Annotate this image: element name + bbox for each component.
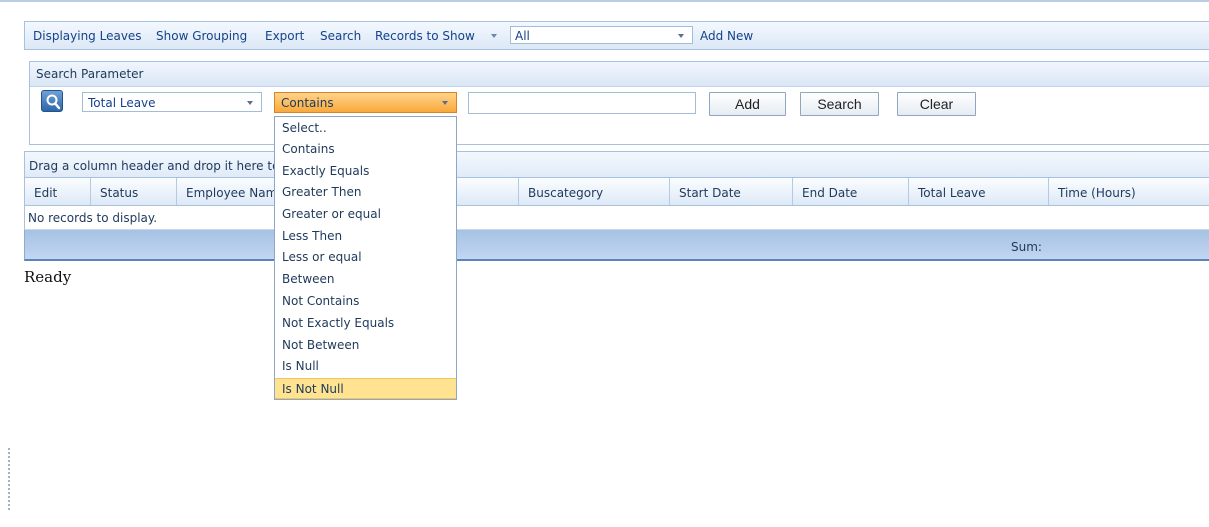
- grid-column-headers: Edit Status Employee Name Buscategory St…: [24, 178, 1209, 206]
- displaying-leaves-label: Displaying Leaves: [33, 29, 142, 43]
- group-hint-text: Drag a column header and drop it here to: [29, 159, 280, 173]
- column-header-start-date[interactable]: Start Date: [670, 178, 793, 205]
- search-button[interactable]: Search: [800, 92, 879, 116]
- main-toolbar: Displaying Leaves Show Grouping Export S…: [24, 21, 1209, 50]
- operator-option-contains[interactable]: Contains: [275, 139, 456, 160]
- status-text: Ready: [24, 268, 72, 286]
- column-header-end-date[interactable]: End Date: [793, 178, 909, 205]
- search-operator-value: Contains: [281, 96, 334, 110]
- operator-option-between[interactable]: Between: [275, 269, 456, 290]
- records-to-show-label[interactable]: Records to Show: [375, 29, 475, 43]
- grid-empty-row: No records to display.: [24, 206, 1209, 230]
- no-records-text: No records to display.: [28, 211, 158, 225]
- clear-button[interactable]: Clear: [897, 92, 976, 116]
- add-new-button[interactable]: Add New: [700, 29, 753, 43]
- search-field-value: Total Leave: [88, 96, 156, 110]
- sum-label: Sum:: [1011, 240, 1042, 254]
- operator-option-not-contains[interactable]: Not Contains: [275, 291, 456, 312]
- add-button[interactable]: Add: [709, 92, 786, 116]
- operator-option-not-between[interactable]: Not Between: [275, 335, 456, 356]
- group-by-bar[interactable]: Drag a column header and drop it here to: [24, 151, 1209, 178]
- search-field-select[interactable]: Total Leave: [82, 92, 262, 112]
- search-value-input[interactable]: [468, 92, 696, 114]
- show-grouping-button[interactable]: Show Grouping: [156, 29, 247, 43]
- search-operator-select[interactable]: Contains: [274, 92, 457, 113]
- operator-option-exactly-equals[interactable]: Exactly Equals: [275, 161, 456, 182]
- operator-option-less-or-equal[interactable]: Less or equal: [275, 247, 456, 268]
- column-header-buscategory[interactable]: Buscategory: [519, 178, 670, 205]
- operator-option-select[interactable]: Select..: [275, 118, 456, 139]
- dropdown-arrow-icon: [247, 101, 253, 105]
- operator-option-greater-or-equal[interactable]: Greater or equal: [275, 204, 456, 225]
- operator-option-greater-then[interactable]: Greater Then: [275, 182, 456, 203]
- search-parameter-header: Search Parameter: [30, 62, 1209, 87]
- top-border: [0, 0, 1209, 2]
- operator-dropdown-list: Select.. Contains Exactly Equals Greater…: [274, 116, 457, 400]
- search-icon[interactable]: [41, 90, 63, 112]
- export-button[interactable]: Export: [265, 29, 304, 43]
- column-header-total-leave[interactable]: Total Leave: [909, 178, 1049, 205]
- operator-option-less-then[interactable]: Less Then: [275, 226, 456, 247]
- resize-grip[interactable]: [8, 448, 10, 512]
- grid-footer-row: Sum:: [24, 230, 1209, 261]
- column-header-time-hours[interactable]: Time (Hours): [1049, 178, 1209, 205]
- column-header-status[interactable]: Status: [91, 178, 177, 205]
- search-parameter-title: Search Parameter: [36, 67, 144, 81]
- dropdown-arrow-icon: [678, 34, 684, 38]
- chevron-down-icon[interactable]: [491, 34, 497, 38]
- records-select-value: All: [515, 29, 530, 43]
- dropdown-arrow-icon: [442, 101, 448, 105]
- search-toolbar-button[interactable]: Search: [320, 29, 361, 43]
- operator-option-not-exactly-equals[interactable]: Not Exactly Equals: [275, 313, 456, 334]
- column-header-edit[interactable]: Edit: [25, 178, 91, 205]
- operator-option-is-null[interactable]: Is Null: [275, 356, 456, 377]
- operator-option-is-not-null[interactable]: Is Not Null: [275, 378, 456, 399]
- records-to-show-select[interactable]: All: [510, 26, 693, 44]
